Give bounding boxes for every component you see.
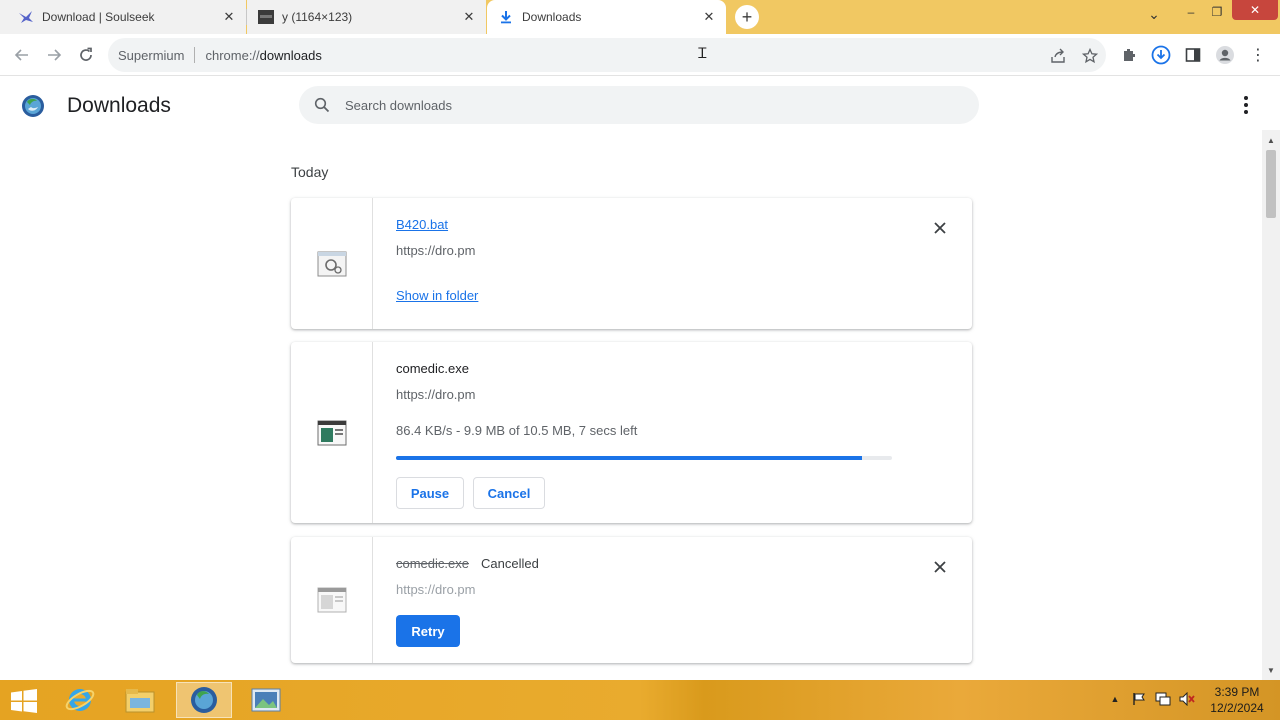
close-icon [934,561,946,573]
scroll-up-arrow-icon[interactable]: ▲ [1262,132,1280,148]
site-name: Supermium [118,47,185,63]
search-downloads-input[interactable]: Search downloads [299,86,979,124]
forward-button[interactable] [42,43,66,67]
filename-text: comedic.exe [396,361,469,376]
back-arrow-icon [14,49,28,61]
file-icon-column [291,342,373,523]
profile-avatar-icon[interactable] [1214,44,1236,66]
extensions-puzzle-icon[interactable] [1118,44,1140,66]
download-item: comedic.exe https://dro.pm 86.4 KB/s - 9… [291,342,972,523]
soulseek-bird-icon [18,9,34,25]
page-menu-icon[interactable] [1236,95,1256,115]
supermium-logo-icon [21,94,45,118]
executable-file-icon [317,587,346,613]
omnibox-divider [194,47,196,63]
executable-file-icon [317,420,346,445]
internet-explorer-icon[interactable] [52,682,108,718]
cancel-button[interactable]: Cancel [473,477,545,509]
new-tab-button[interactable]: + [735,5,759,29]
show-hidden-icons-icon[interactable]: ▲ [1106,690,1124,708]
tab-soulseek[interactable]: Download | Soulseek ✕ [0,0,246,34]
windows-logo-icon [11,689,37,713]
close-tab-icon[interactable]: ✕ [460,8,478,26]
filename-text: comedic.exe [396,556,469,571]
download-item: B420.bat https://dro.pm Show in folder [291,198,972,329]
search-icon [313,96,331,114]
reload-button[interactable] [74,43,98,67]
progress-status: 86.4 KB/s - 9.9 MB of 10.5 MB, 7 secs le… [396,423,638,438]
progress-fill [396,456,863,460]
downloads-toolbar-icon[interactable] [1150,44,1172,66]
page-scrollbar[interactable]: ▲ ▼ [1262,130,1280,680]
status-label: Cancelled [481,556,539,571]
image-thumbnail-icon [258,9,274,25]
tab-downloads[interactable]: Downloads ✕ [487,0,726,34]
download-details: comedic.exe Cancelled https://dro.pm Ret… [396,537,972,663]
action-center-flag-icon[interactable] [1130,690,1148,708]
back-button[interactable] [10,43,34,67]
volume-muted-icon[interactable] [1178,690,1196,708]
download-details: comedic.exe https://dro.pm 86.4 KB/s - 9… [396,342,972,523]
supermium-browser-icon[interactable] [176,682,232,718]
download-progress-bar [396,456,892,460]
download-arrow-icon [498,9,514,25]
scroll-down-arrow-icon[interactable]: ▼ [1262,662,1280,678]
network-icon[interactable] [1154,690,1172,708]
forward-arrow-icon [48,49,62,61]
scrollbar-thumb[interactable] [1266,150,1276,218]
tab-strip: Download | Soulseek ✕ y (1164×123) ✕ Dow… [0,0,1280,34]
retry-button[interactable]: Retry [396,615,460,647]
tab-search-dropdown-icon[interactable]: ⌄ [1142,2,1166,26]
text-cursor-icon: Ꮖ [698,45,708,61]
side-panel-icon[interactable] [1182,44,1204,66]
browser-menu-icon[interactable]: ⋮ [1247,44,1269,66]
remove-download-button[interactable] [928,555,952,579]
show-in-folder-link[interactable]: Show in folder [396,288,478,303]
reload-icon [80,47,92,61]
download-item: comedic.exe Cancelled https://dro.pm Ret… [291,537,972,663]
date-section-label: Today [291,164,329,180]
clock-time: 3:39 PM [1214,685,1260,699]
source-url[interactable]: https://dro.pm [396,582,475,597]
image-viewer-icon[interactable] [238,682,294,718]
tab-title: Downloads [522,10,582,24]
close-icon [934,222,946,234]
browser-toolbar: Supermium chrome:// downloads ⋮ [0,34,1280,76]
source-url[interactable]: https://dro.pm [396,387,475,402]
share-icon[interactable] [1048,46,1068,66]
url-scheme: chrome:// [205,47,260,63]
start-button[interactable] [8,688,40,714]
bookmark-star-icon[interactable] [1080,46,1100,66]
close-tab-icon[interactable]: ✕ [220,8,238,26]
file-icon-column [291,537,373,663]
close-window-button[interactable]: ✕ [1232,0,1278,20]
search-placeholder: Search downloads [345,97,452,113]
tab-image[interactable]: y (1164×123) ✕ [247,0,486,34]
pause-button[interactable]: Pause [396,477,464,509]
taskbar-clock[interactable]: 3:39 PM 12/2/2024 [1204,684,1270,716]
close-tab-icon[interactable]: ✕ [700,8,718,26]
batch-file-icon [317,251,346,276]
remove-download-button[interactable] [928,216,952,240]
restore-button[interactable]: ❐ [1204,0,1230,24]
filename-link[interactable]: B420.bat [396,217,448,232]
source-url[interactable]: https://dro.pm [396,243,475,258]
clock-date: 12/2/2024 [1210,701,1264,715]
page-title: Downloads [67,94,171,117]
file-icon-column [291,198,373,329]
tab-title: Download | Soulseek [42,10,155,24]
tab-title: y (1164×123) [282,10,353,24]
minimize-button[interactable]: – [1178,0,1204,24]
file-explorer-icon[interactable] [112,682,168,718]
download-details: B420.bat https://dro.pm Show in folder [396,198,972,329]
address-bar[interactable]: Supermium chrome:// downloads [108,38,1106,72]
url-path: downloads [259,47,322,63]
windows-taskbar: ▲ [0,680,1280,720]
